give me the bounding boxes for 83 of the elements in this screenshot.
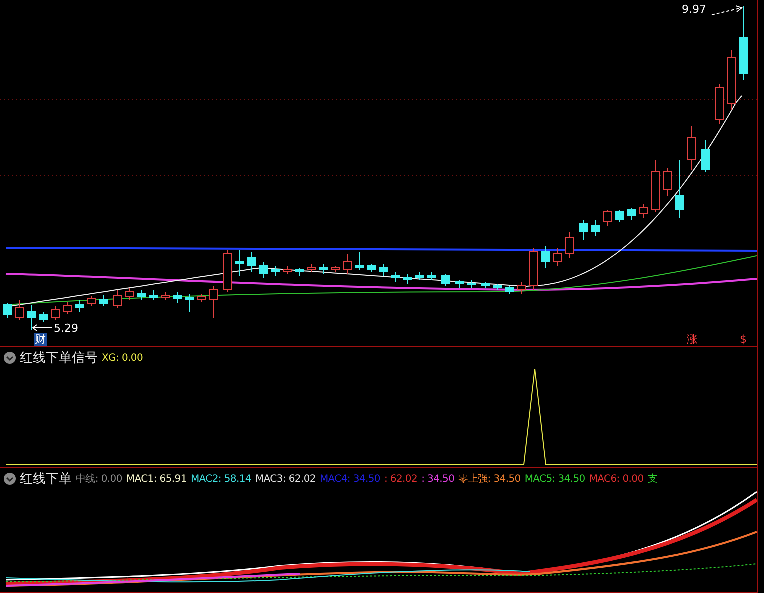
- candlestick: [296, 268, 304, 276]
- candlestick: [456, 280, 464, 288]
- candlestick: [126, 288, 134, 300]
- candlestick: [592, 220, 600, 236]
- candlestick: [356, 252, 364, 270]
- candlestick: [482, 282, 490, 288]
- candlestick: [542, 246, 550, 268]
- legend-value: MAC1: 65.91: [126, 474, 187, 485]
- candlestick: [272, 266, 280, 276]
- candlestick: [284, 266, 292, 274]
- candlestick: [554, 248, 562, 266]
- candlestick: [174, 292, 182, 304]
- candlestick: [16, 300, 24, 320]
- candlestick: [494, 284, 502, 290]
- candlestick: [52, 306, 60, 320]
- legend-value: 支: [648, 472, 658, 486]
- candlestick: [88, 296, 96, 306]
- candlestick: [392, 272, 400, 282]
- panel-title: 红线下单: [20, 471, 72, 488]
- legend-value: MAC4: 34.50: [320, 474, 380, 485]
- candlestick: [628, 208, 636, 220]
- candlestick: [138, 290, 146, 300]
- arrow-icon: [712, 6, 744, 16]
- legend-value: : 62.02: [384, 474, 418, 485]
- candlestick: [566, 232, 574, 258]
- candlestick: [320, 264, 328, 274]
- candlestick: [380, 264, 388, 276]
- candlestick: [518, 282, 526, 294]
- candlestick: [236, 250, 244, 276]
- candlestick: [150, 290, 158, 300]
- price-label: 9.97: [681, 3, 708, 16]
- candlestick: [210, 286, 218, 318]
- candlestick: [716, 84, 724, 124]
- candlestick: [664, 168, 672, 196]
- candlestick: [40, 312, 48, 322]
- legend-value: MAC3: 62.02: [255, 474, 316, 485]
- candlestick: [580, 220, 588, 240]
- candlestick: [100, 294, 108, 306]
- candlestick: [676, 160, 684, 218]
- legend-value: 中线: 0.00: [76, 472, 122, 486]
- candlestick: [728, 50, 736, 110]
- legend-value: : 34.50: [422, 474, 455, 485]
- marker-label: 财: [34, 333, 47, 346]
- candlestick: [652, 160, 660, 212]
- candlestick: [530, 248, 538, 290]
- arrow-icon: [32, 324, 52, 332]
- candlestick: [702, 140, 710, 172]
- candlestick: [4, 302, 12, 318]
- candlestick: [76, 300, 84, 312]
- candlestick: [404, 274, 412, 284]
- candlestick: [332, 266, 340, 272]
- candlestick: [186, 294, 194, 312]
- marker-label: 涨: [686, 333, 699, 346]
- legend-value: MAC2: 58.14: [190, 474, 252, 485]
- legend-value: MAC5: 34.50: [524, 474, 586, 485]
- legend-value: XG: 0.00: [102, 352, 144, 364]
- candlestick: [260, 262, 268, 278]
- price-label: 5.29: [53, 322, 80, 335]
- candlestick: [428, 272, 436, 280]
- candlestick: [368, 264, 376, 272]
- candlestick: [224, 250, 232, 292]
- marker-label: $: [739, 333, 748, 346]
- candlestick: [616, 210, 624, 222]
- legend-value: 零上强: 34.50: [458, 472, 521, 486]
- dropdown-icon[interactable]: [4, 352, 16, 364]
- candlestick: [442, 274, 450, 286]
- candlestick: [308, 264, 316, 272]
- panel-title: 红线下单信号: [20, 350, 98, 368]
- candlestick: [468, 280, 476, 288]
- candlestick: [506, 286, 514, 294]
- candlestick: [344, 254, 352, 274]
- candlestick: [64, 302, 72, 314]
- candlestick: [114, 290, 122, 308]
- candlestick: [28, 304, 36, 330]
- candlestick: [640, 204, 648, 218]
- candlestick: [416, 272, 424, 280]
- candlestick: [198, 294, 206, 302]
- candlestick: [604, 210, 612, 226]
- legend-value: MAC6: 0.00: [589, 474, 644, 485]
- dropdown-icon[interactable]: [4, 473, 16, 486]
- candlestick: [162, 292, 170, 300]
- candlestick: [688, 126, 696, 170]
- candlestick: [248, 252, 256, 272]
